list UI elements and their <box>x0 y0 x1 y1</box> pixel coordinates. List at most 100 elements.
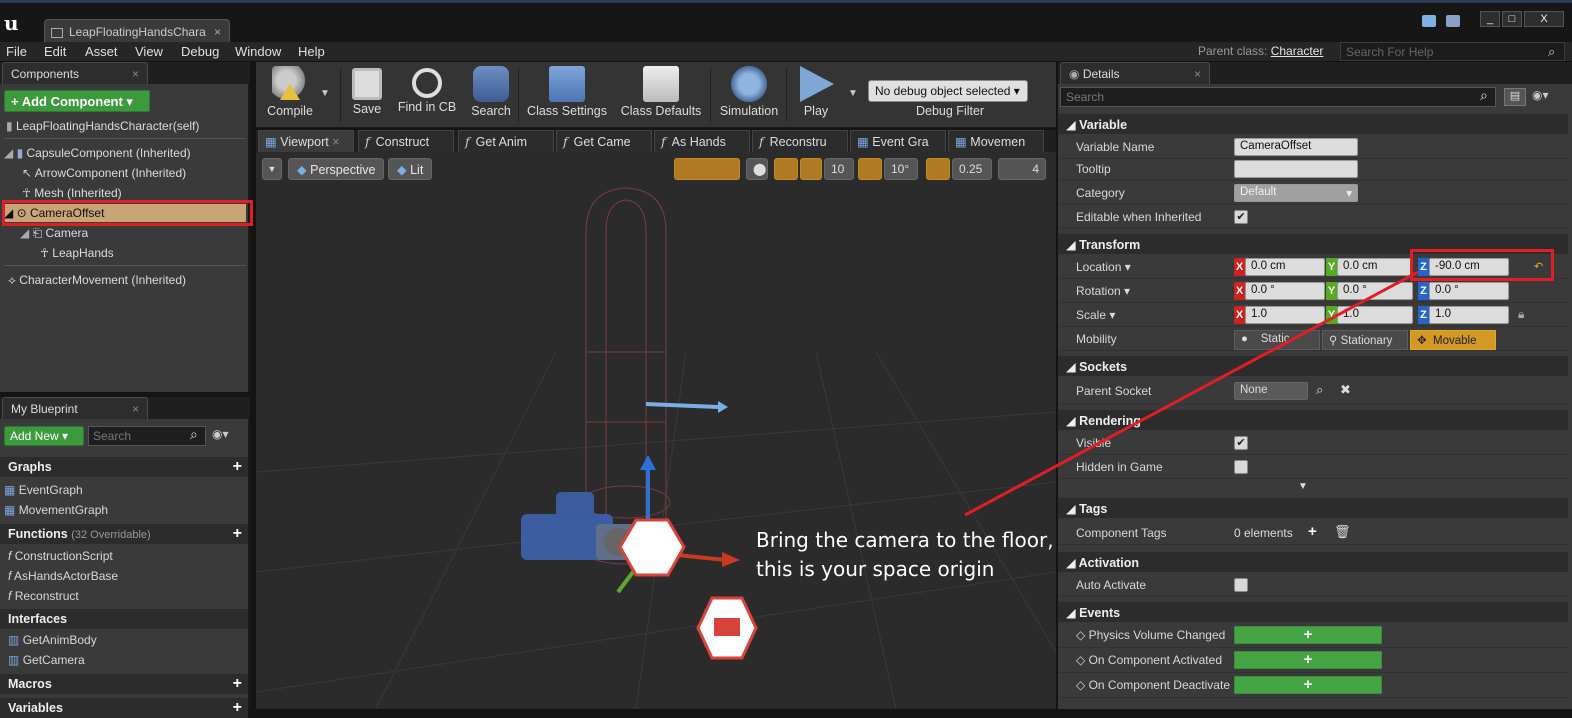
play-options-icon[interactable]: ▼ <box>848 88 858 99</box>
mobility-static-button[interactable]: ● Static <box>1234 330 1320 350</box>
interface-item[interactable]: ▥ GetAnimBody <box>8 631 97 649</box>
blueprint-search-input[interactable]: Search <box>88 426 206 446</box>
parent-socket-field[interactable]: None <box>1234 382 1308 400</box>
world-local-button[interactable]: ⬤ <box>746 158 768 180</box>
lock-icon[interactable]: 🔒︎ <box>1518 307 1524 322</box>
menu-help[interactable]: Help <box>298 44 325 59</box>
rotation-snap-value[interactable]: 10° <box>884 158 918 180</box>
tooltip-field[interactable] <box>1234 160 1358 178</box>
viewport[interactable]: ▼ ◆ Perspective ◆ Lit ⬤ 10 10° 0.25 4 Br… <box>256 152 1056 709</box>
close-button[interactable]: X <box>1524 11 1564 27</box>
menu-view[interactable]: View <box>135 44 163 59</box>
viewport-options-button[interactable]: ▼ <box>262 158 282 180</box>
visible-checkbox[interactable]: ✔ <box>1234 436 1248 450</box>
auto-activate-checkbox[interactable] <box>1234 578 1248 592</box>
category-select[interactable]: Default ▾ <box>1234 184 1358 202</box>
transform-mode-group[interactable] <box>674 158 740 180</box>
eye-icon[interactable]: ◉▾ <box>1532 88 1549 102</box>
tab-as-hands[interactable]: f As Hands <box>654 130 750 152</box>
close-panel-icon[interactable]: × <box>132 67 139 81</box>
interfaces-header[interactable]: Interfaces <box>0 609 248 629</box>
add-event-button[interactable]: + <box>1234 626 1382 644</box>
search-icon[interactable]: ⌕ <box>1316 382 1323 398</box>
rotation-label[interactable]: Rotation ▾ <box>1076 284 1130 298</box>
tab-get-anim[interactable]: f Get Anim <box>458 130 554 152</box>
tab-viewport[interactable]: ▦ Viewport × <box>258 130 354 152</box>
graphs-header[interactable]: Graphs + <box>0 457 248 477</box>
rotation-y-field[interactable]: 0.0 ° <box>1337 282 1413 300</box>
tab-components[interactable]: Components × <box>2 62 148 84</box>
section-rendering[interactable]: ◢ Rendering <box>1058 410 1568 430</box>
section-sockets[interactable]: ◢ Sockets <box>1058 356 1568 376</box>
close-panel-icon[interactable]: × <box>132 402 139 416</box>
section-events[interactable]: ◢ Events <box>1058 602 1568 622</box>
minimize-button[interactable]: _ <box>1480 11 1500 27</box>
close-tab-icon[interactable]: × <box>332 135 339 149</box>
tab-event-gra[interactable]: ▦ Event Gra <box>850 130 946 152</box>
tree-item-arrow[interactable]: ↖ ArrowComponent (Inherited) <box>22 164 186 182</box>
tree-item-leaphands[interactable]: ☥ LeapHands <box>40 244 114 262</box>
scale-y-field[interactable]: 1.0 <box>1337 306 1413 324</box>
variable-name-field[interactable]: CameraOffset <box>1234 138 1358 156</box>
feedback-icon[interactable] <box>1422 15 1436 27</box>
tree-item-character-movement[interactable]: ⟡ CharacterMovement (Inherited) <box>8 271 186 289</box>
menu-asset[interactable]: Asset <box>85 44 118 59</box>
component-self[interactable]: ▮ LeapFloatingHandsCharacter(self) <box>6 117 199 135</box>
add-function-icon[interactable]: + <box>233 525 242 543</box>
menu-edit[interactable]: Edit <box>44 44 66 59</box>
location-x-field[interactable]: 0.0 cm <box>1245 258 1325 276</box>
play-button[interactable]: Play <box>792 64 840 124</box>
function-item[interactable]: f AsHandsActorBase <box>8 567 118 585</box>
tree-item-capsule[interactable]: ◢ ▮ CapsuleComponent (Inherited) <box>4 144 191 162</box>
add-new-button[interactable]: Add New ▾ <box>4 426 84 446</box>
details-search-input[interactable]: Search <box>1060 87 1496 107</box>
add-variable-icon[interactable]: + <box>233 699 242 717</box>
tab-movemen[interactable]: ▦ Movemen <box>948 130 1044 152</box>
scale-snap-value[interactable]: 0.25 <box>952 158 992 180</box>
menu-debug[interactable]: Debug <box>181 44 219 59</box>
add-tag-icon[interactable]: + <box>1308 523 1317 540</box>
location-y-field[interactable]: 0.0 cm <box>1337 258 1413 276</box>
tab-reconstru[interactable]: f Reconstru <box>752 130 848 152</box>
close-tab-icon[interactable]: × <box>214 25 221 39</box>
graph-item-movementgraph[interactable]: ▦ MovementGraph <box>4 501 108 519</box>
find-in-cb-button[interactable]: Find in CB <box>396 64 458 124</box>
graph-item-eventgraph[interactable]: ▦ EventGraph <box>4 481 83 499</box>
tab-construct[interactable]: f Construct <box>358 130 454 152</box>
scale-snap-toggle[interactable] <box>926 158 950 180</box>
simulation-button[interactable]: Simulation <box>716 64 782 124</box>
learn-icon[interactable] <box>1446 15 1460 27</box>
variables-header[interactable]: Variables + <box>0 698 248 718</box>
function-item[interactable]: f Reconstruct <box>8 587 79 605</box>
scale-label[interactable]: Scale ▾ <box>1076 308 1115 322</box>
add-event-button[interactable]: + <box>1234 676 1382 694</box>
property-matrix-icon[interactable]: ▤ <box>1504 88 1526 106</box>
save-button[interactable]: Save <box>346 64 388 124</box>
search-icon[interactable]: ⌕ <box>1548 44 1555 60</box>
eye-icon[interactable]: ◉▾ <box>212 427 229 441</box>
functions-header[interactable]: Functions (32 Overridable) + <box>0 524 248 544</box>
tab-details[interactable]: ◉ Details × <box>1060 62 1210 84</box>
mobility-movable-button[interactable]: ✥ Movable <box>1410 330 1496 350</box>
scale-z-field[interactable]: 1.0 <box>1429 306 1509 324</box>
search-button[interactable]: Search <box>468 64 514 124</box>
grid-snap-toggle[interactable] <box>800 158 822 180</box>
add-component-button[interactable]: + Add Component ▾ <box>4 90 150 112</box>
camera-speed-button[interactable]: 4 <box>998 158 1046 180</box>
rotation-x-field[interactable]: 0.0 ° <box>1245 282 1325 300</box>
surface-snap-button[interactable] <box>774 158 798 180</box>
scale-x-field[interactable]: 1.0 <box>1245 306 1325 324</box>
tab-get-came[interactable]: f Get Came <box>556 130 652 152</box>
help-search-input[interactable]: Search For Help <box>1340 42 1565 61</box>
function-item[interactable]: f ConstructionScript <box>8 547 113 565</box>
expand-advanced-icon[interactable]: ▼ <box>1298 481 1308 492</box>
parent-class-link[interactable]: Character <box>1271 44 1324 58</box>
debug-object-select[interactable]: No debug object selected ▾ <box>868 80 1028 102</box>
tree-item-camera[interactable]: ◢ ⎗ Camera <box>20 224 88 242</box>
compile-button[interactable]: Compile <box>260 64 320 124</box>
mobility-stationary-button[interactable]: ⚲ Stationary <box>1322 330 1408 350</box>
section-activation[interactable]: ◢ Activation <box>1058 552 1568 572</box>
section-tags[interactable]: ◢ Tags <box>1058 498 1568 518</box>
macros-header[interactable]: Macros + <box>0 674 248 694</box>
rotation-z-field[interactable]: 0.0 ° <box>1429 282 1509 300</box>
